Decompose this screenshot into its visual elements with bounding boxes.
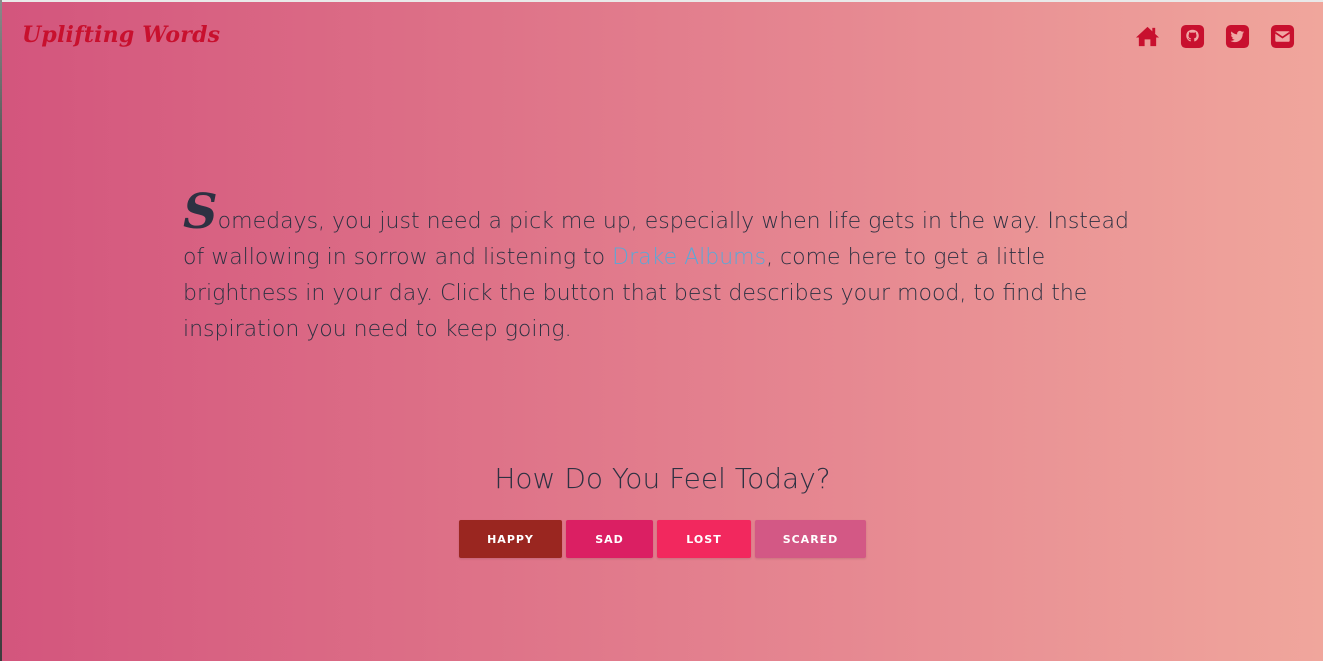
lost-button[interactable]: LOST bbox=[657, 520, 751, 558]
page-background: Uplifting Words Somedays, you just need … bbox=[2, 2, 1323, 661]
mood-button-group: HAPPY SAD LOST SCARED bbox=[2, 520, 1323, 558]
intro-dropcap: S bbox=[183, 184, 218, 240]
sad-button[interactable]: SAD bbox=[566, 520, 653, 558]
intro-paragraph: Somedays, you just need a pick me up, es… bbox=[183, 188, 1148, 348]
social-nav bbox=[1135, 24, 1295, 49]
home-icon[interactable] bbox=[1135, 24, 1160, 49]
brand-logo[interactable]: Uplifting Words bbox=[22, 22, 220, 48]
twitter-icon[interactable] bbox=[1225, 24, 1250, 49]
github-icon[interactable] bbox=[1180, 24, 1205, 49]
happy-button[interactable]: HAPPY bbox=[459, 520, 562, 558]
mood-heading: How Do You Feel Today? bbox=[494, 462, 831, 495]
email-icon[interactable] bbox=[1270, 24, 1295, 49]
scared-button[interactable]: SCARED bbox=[755, 520, 866, 558]
drake-albums-link[interactable]: Drake Albums bbox=[612, 245, 766, 270]
